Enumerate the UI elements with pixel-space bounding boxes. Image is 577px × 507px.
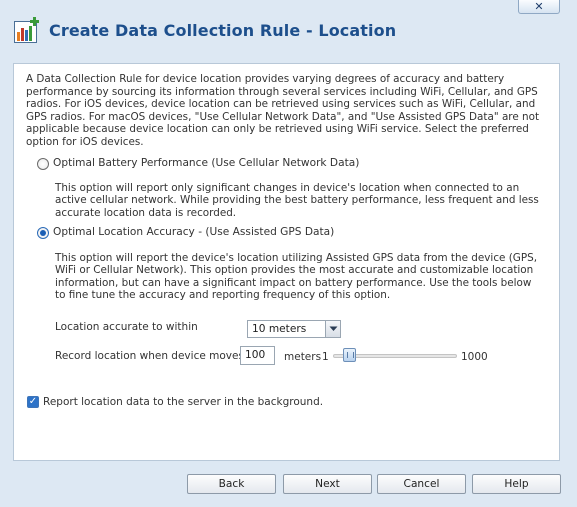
close-button[interactable]: ✕ [518,0,560,14]
next-button[interactable]: Next [283,474,372,494]
content-panel: A Data Collection Rule for device locati… [13,63,560,461]
help-button[interactable]: Help [472,474,561,494]
battery-option-label: Optimal Battery Performance (Use Cellula… [53,157,360,169]
accuracy-option-radio[interactable] [37,227,49,239]
dialog-title: Create Data Collection Rule - Location [49,20,397,40]
close-icon: ✕ [534,0,544,13]
battery-option-radio[interactable] [37,158,49,170]
title-bar: Create Data Collection Rule - Location [14,14,554,46]
background-report-label: Report location data to the server in th… [43,396,324,408]
movement-label: Record location when device moves [55,350,244,362]
battery-option-description: This option will report only significant… [55,182,539,219]
back-button[interactable]: Back [187,474,276,494]
chart-icon [14,16,39,43]
cancel-button[interactable]: Cancel [377,474,466,494]
background-report-checkbox[interactable]: ✓ [27,396,39,408]
accuracy-label: Location accurate to within [55,321,198,333]
accuracy-option-description: This option will report the device's loc… [55,252,537,302]
slider-min-label: 1 [322,351,329,363]
accuracy-select-value: 10 meters [252,323,307,335]
movement-slider-thumb[interactable] [343,348,356,362]
movement-unit-label: meters [284,351,322,363]
accuracy-select[interactable]: 10 meters [247,320,341,338]
intro-text: A Data Collection Rule for device locati… [26,73,540,148]
chevron-down-icon[interactable] [325,321,340,337]
slider-max-label: 1000 [461,351,488,363]
movement-input[interactable]: 100 [240,346,275,365]
accuracy-option-label: Optimal Location Accuracy - (Use Assiste… [53,226,335,238]
